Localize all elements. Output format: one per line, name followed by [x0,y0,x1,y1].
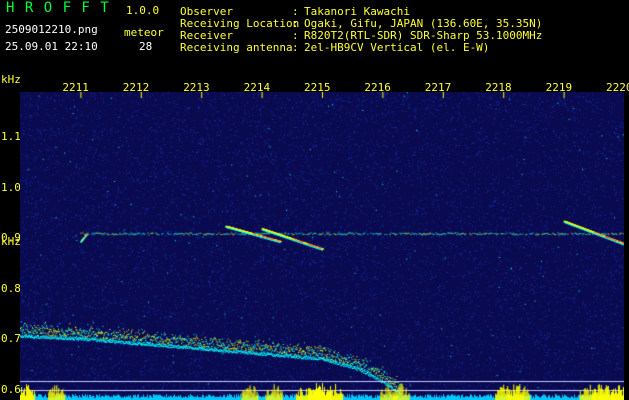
app-title: H R O F F T [6,0,110,16]
y-tick-label: 0.6 [1,382,21,396]
spectrogram-plot [20,92,624,400]
y-tick-label: 0.9 [1,231,21,245]
observation-datetime: 25.09.01 22:10 [5,40,98,53]
y-tick-label: 1.0 [1,180,21,194]
count-label: meteor [124,26,164,39]
antenna-value: 2el-HB9CV Vertical (el. E-W) [304,41,490,54]
antenna-label: Receiving antenna [180,41,293,54]
meteor-count: 28 [139,40,153,53]
y-axis-unit-top: kHz [1,73,21,86]
y-tick-label: 0.7 [1,332,21,346]
app-version: 1.0.0 [126,4,160,17]
y-tick-label: 1.1 [1,130,21,144]
sep-3: : [292,41,299,54]
hrofft-screen: H R O F F T 1.0.0 2509012210.png meteor … [0,0,629,400]
file-name: 2509012210.png [5,23,98,36]
y-tick-label: 0.8 [1,281,21,295]
